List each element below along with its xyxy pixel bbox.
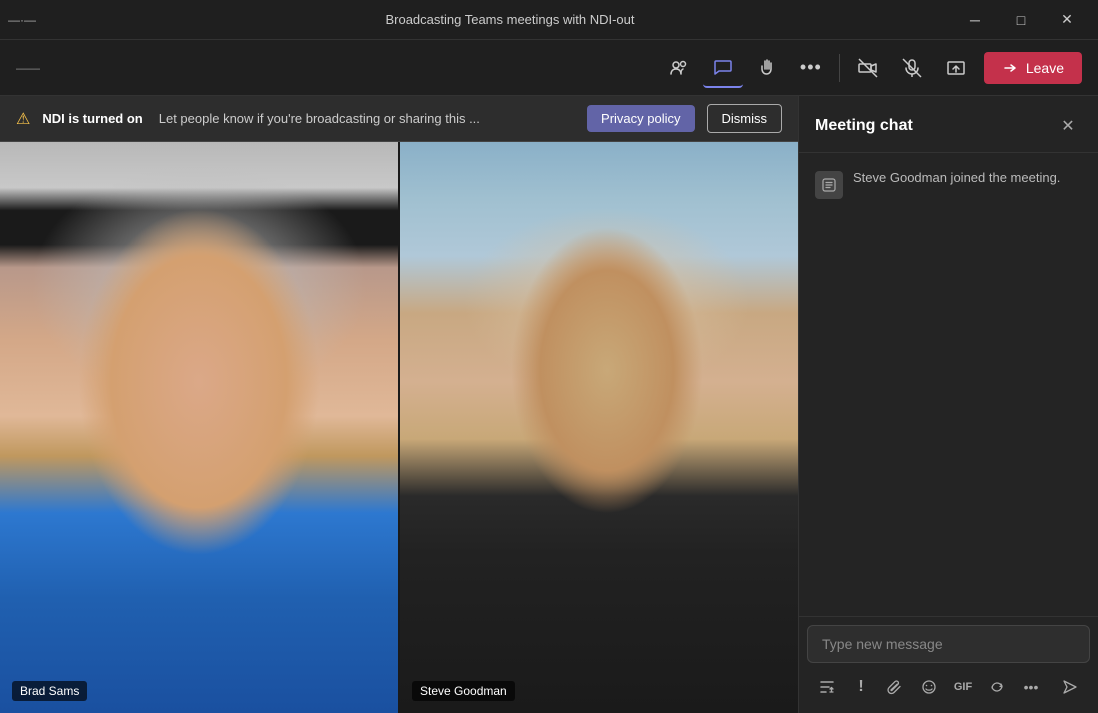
window-controls: ─ □ ✕ bbox=[952, 0, 1090, 40]
video-grid: Brad Sams Steve Goodman bbox=[0, 142, 798, 713]
warning-icon: ⚠ bbox=[16, 109, 30, 129]
format-text-button[interactable] bbox=[811, 671, 843, 703]
toolbar-left-label: —— bbox=[16, 61, 40, 75]
video-tile-brad-sams: Brad Sams bbox=[0, 142, 398, 713]
chat-title: Meeting chat bbox=[815, 117, 913, 135]
mic-button[interactable] bbox=[892, 48, 932, 88]
minimize-button[interactable]: ─ bbox=[952, 0, 998, 40]
title-bar: —·— Broadcasting Teams meetings with NDI… bbox=[0, 0, 1098, 40]
camera-button[interactable] bbox=[848, 48, 888, 88]
video-area: ⚠ NDI is turned on Let people know if yo… bbox=[0, 96, 798, 713]
ndi-banner: ⚠ NDI is turned on Let people know if yo… bbox=[0, 96, 798, 142]
main-area: ⚠ NDI is turned on Let people know if yo… bbox=[0, 96, 1098, 713]
loop-button[interactable] bbox=[981, 671, 1013, 703]
raise-hand-button[interactable] bbox=[747, 48, 787, 88]
toolbar-divider bbox=[839, 54, 840, 82]
dismiss-button[interactable]: Dismiss bbox=[707, 104, 783, 133]
window-title: Broadcasting Teams meetings with NDI-out bbox=[68, 12, 952, 27]
message-input[interactable]: Type new message bbox=[807, 625, 1090, 663]
chat-toolbar: ! GIF bbox=[807, 669, 1090, 705]
chat-button[interactable] bbox=[703, 48, 743, 88]
close-button[interactable]: ✕ bbox=[1044, 0, 1090, 40]
ndi-on-text: NDI is turned on bbox=[42, 111, 142, 126]
system-message-icon bbox=[815, 171, 843, 199]
meeting-toolbar: —— ••• bbox=[0, 40, 1098, 96]
more-chat-options-button[interactable]: ••• bbox=[1015, 671, 1047, 703]
system-message-text: Steve Goodman joined the meeting. bbox=[853, 169, 1060, 187]
emoji-button[interactable] bbox=[913, 671, 945, 703]
chat-input-area: Type new message ! bbox=[799, 616, 1098, 713]
maximize-button[interactable]: □ bbox=[998, 0, 1044, 40]
chat-header: Meeting chat ✕ bbox=[799, 96, 1098, 153]
participant-label-steve: Steve Goodman bbox=[412, 681, 515, 701]
participants-button[interactable] bbox=[659, 48, 699, 88]
share-button[interactable] bbox=[936, 48, 976, 88]
title-bar-left-label: —·— bbox=[8, 13, 68, 27]
ndi-description: Let people know if you're broadcasting o… bbox=[159, 111, 575, 126]
attach-button[interactable] bbox=[879, 671, 911, 703]
participant-label-brad: Brad Sams bbox=[12, 681, 87, 701]
gif-button[interactable]: GIF bbox=[947, 671, 979, 703]
send-button[interactable] bbox=[1054, 671, 1086, 703]
chat-close-button[interactable]: ✕ bbox=[1054, 112, 1082, 140]
chat-panel: Meeting chat ✕ Steve Goodman joined the … bbox=[798, 96, 1098, 713]
urgent-button[interactable]: ! bbox=[845, 671, 877, 703]
video-tile-steve-goodman: Steve Goodman bbox=[398, 142, 798, 713]
chat-messages: Steve Goodman joined the meeting. bbox=[799, 153, 1098, 616]
leave-button[interactable]: Leave bbox=[984, 52, 1082, 84]
system-message: Steve Goodman joined the meeting. bbox=[815, 169, 1082, 199]
privacy-policy-button[interactable]: Privacy policy bbox=[587, 105, 694, 132]
more-options-button[interactable]: ••• bbox=[791, 48, 831, 88]
